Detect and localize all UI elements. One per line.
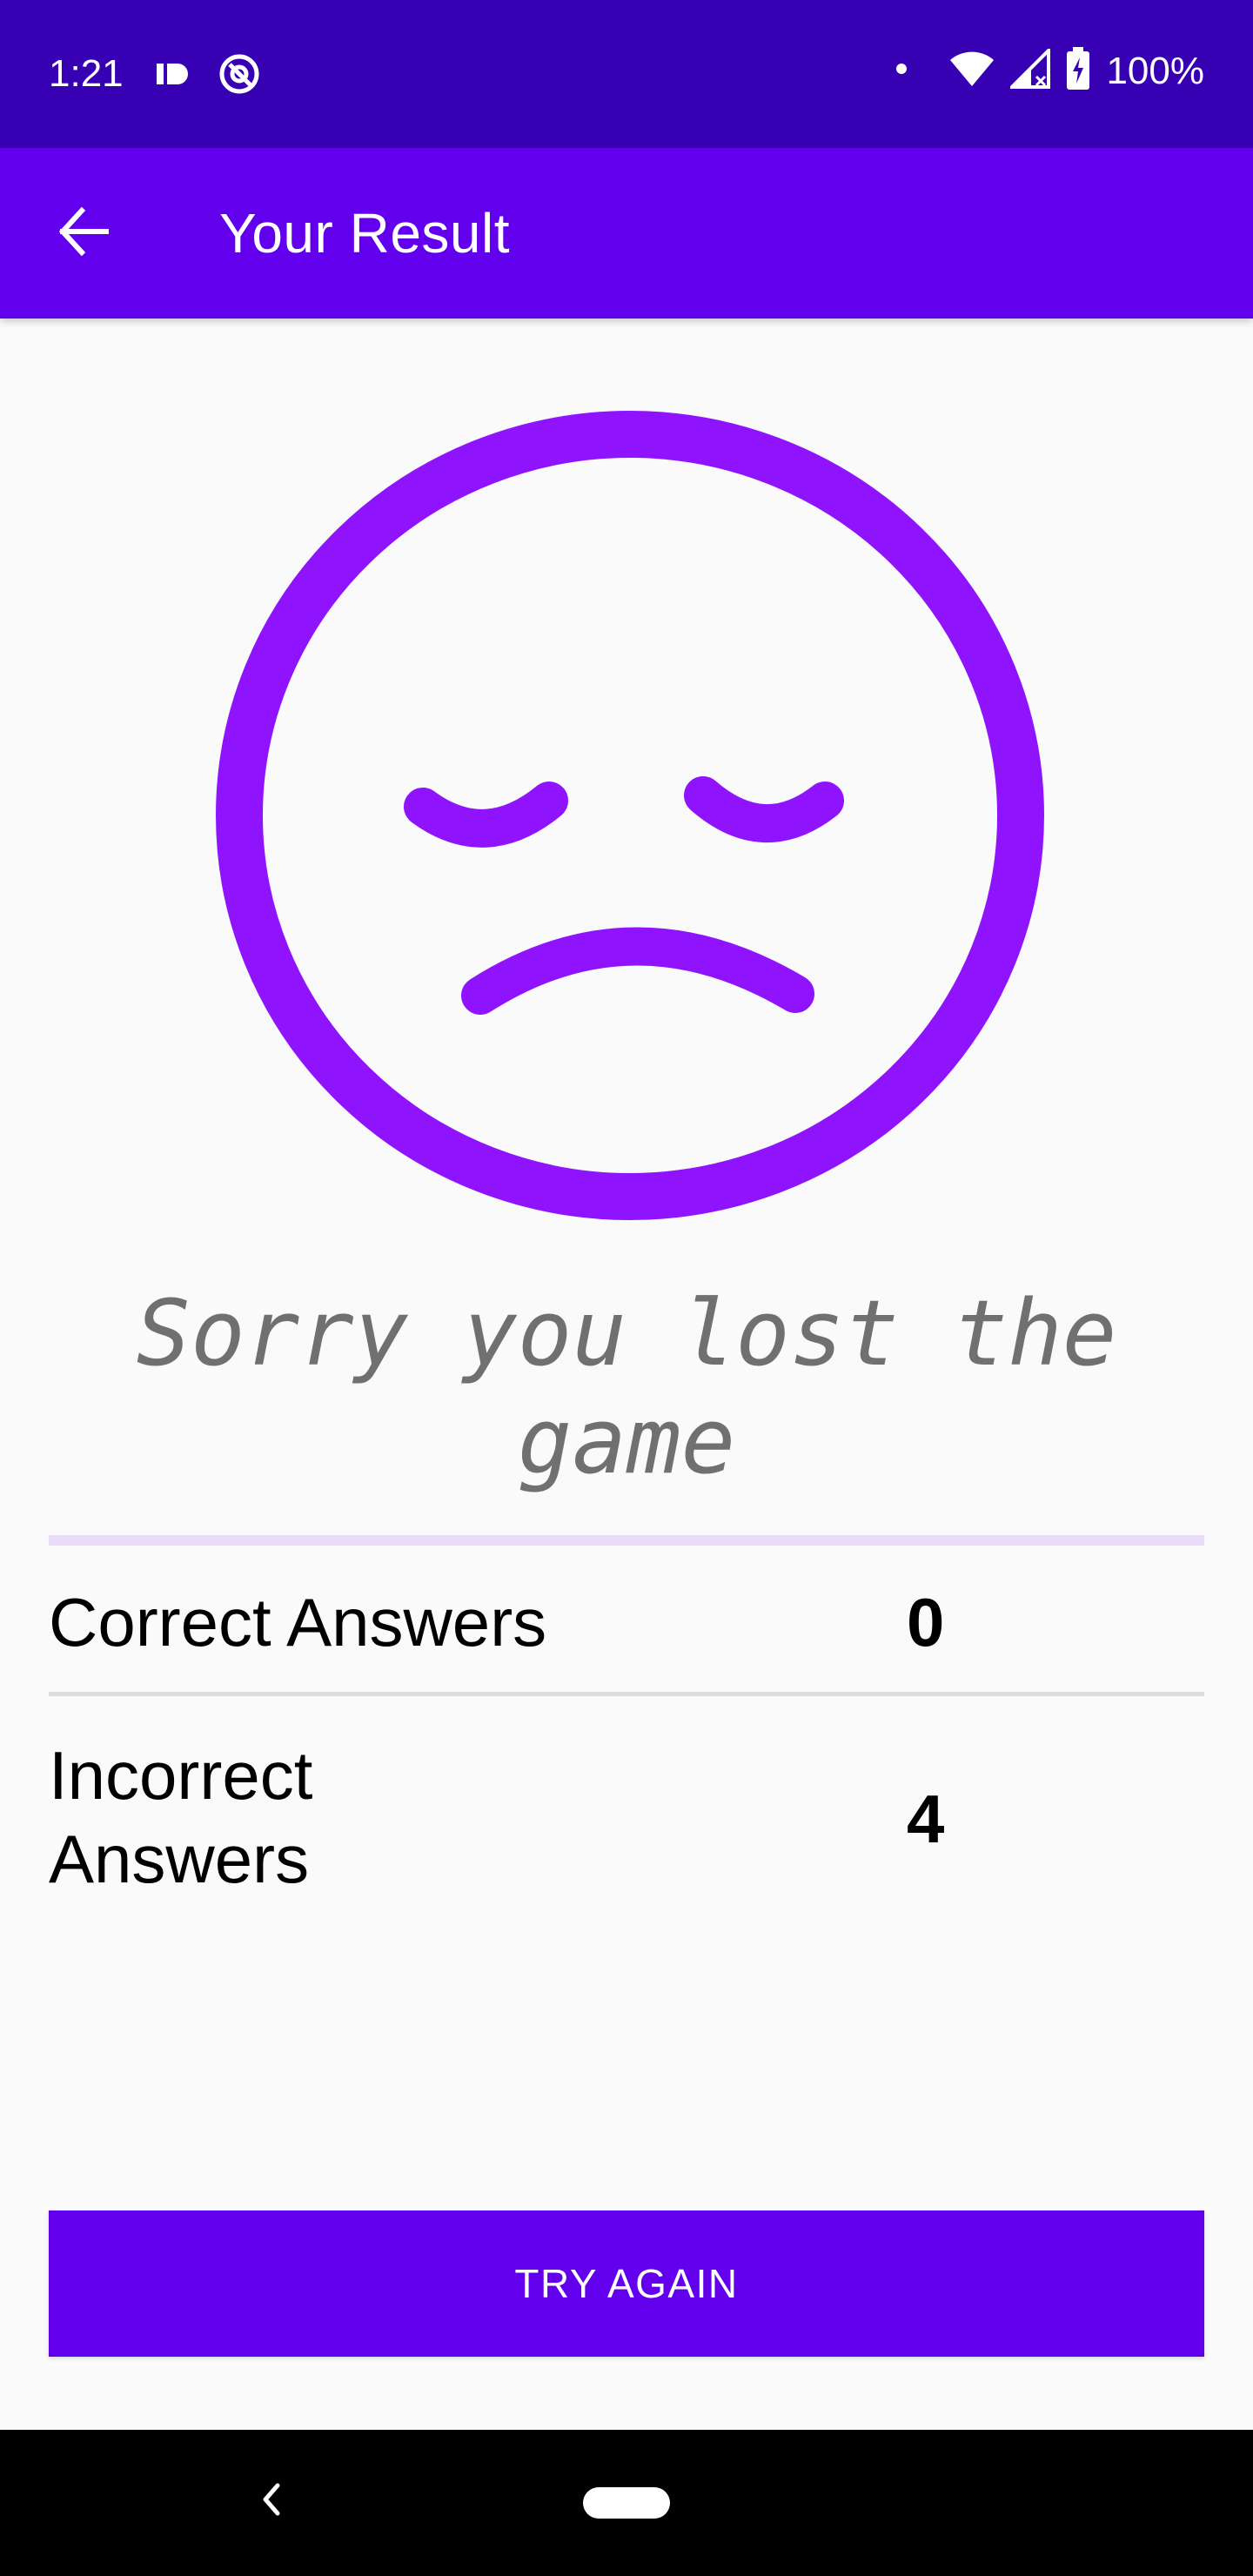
result-screen: 1:21 100% Your Result Sorry you lost the… <box>0 0 1253 2576</box>
correct-answers-value: 0 <box>907 1584 945 1660</box>
incorrect-answers-value: 4 <box>907 1781 945 1857</box>
nav-back-button[interactable] <box>244 2473 299 2529</box>
battery-percentage: 100% <box>1106 49 1204 92</box>
page-title: Your Result <box>219 202 510 265</box>
id-icon <box>155 58 193 94</box>
chevron-left-icon <box>258 2482 285 2521</box>
navigation-bar <box>0 2430 1253 2576</box>
incorrect-answers-label: Incorrect Answers <box>49 1737 313 1897</box>
try-again-button[interactable]: TRY AGAIN <box>49 2210 1204 2357</box>
home-pill-icon[interactable] <box>583 2487 670 2519</box>
battery-icon <box>1066 47 1090 95</box>
status-system-icons: 100% <box>895 46 1204 95</box>
at-sign-icon <box>218 52 261 100</box>
dot-icon <box>895 63 908 79</box>
result-message: Sorry you lost the game <box>136 1280 1117 1494</box>
incorrect-answers-row: Incorrect Answers 4 <box>49 1734 1204 1908</box>
signal-icon <box>1008 46 1051 93</box>
status-time: 1:21 <box>49 52 124 95</box>
status-bar: 1:21 100% <box>0 0 1253 148</box>
arrow-left-icon <box>56 204 111 264</box>
divider <box>49 1692 1204 1696</box>
correct-answers-row: Correct Answers 0 <box>49 1577 1204 1673</box>
status-notification-icons <box>155 52 261 100</box>
back-button[interactable] <box>42 191 125 275</box>
app-bar: Your Result <box>0 148 1253 319</box>
divider <box>49 1535 1204 1546</box>
correct-answers-label: Correct Answers <box>49 1584 547 1660</box>
wifi-icon <box>949 50 995 92</box>
sad-face-icon <box>216 411 1044 1220</box>
